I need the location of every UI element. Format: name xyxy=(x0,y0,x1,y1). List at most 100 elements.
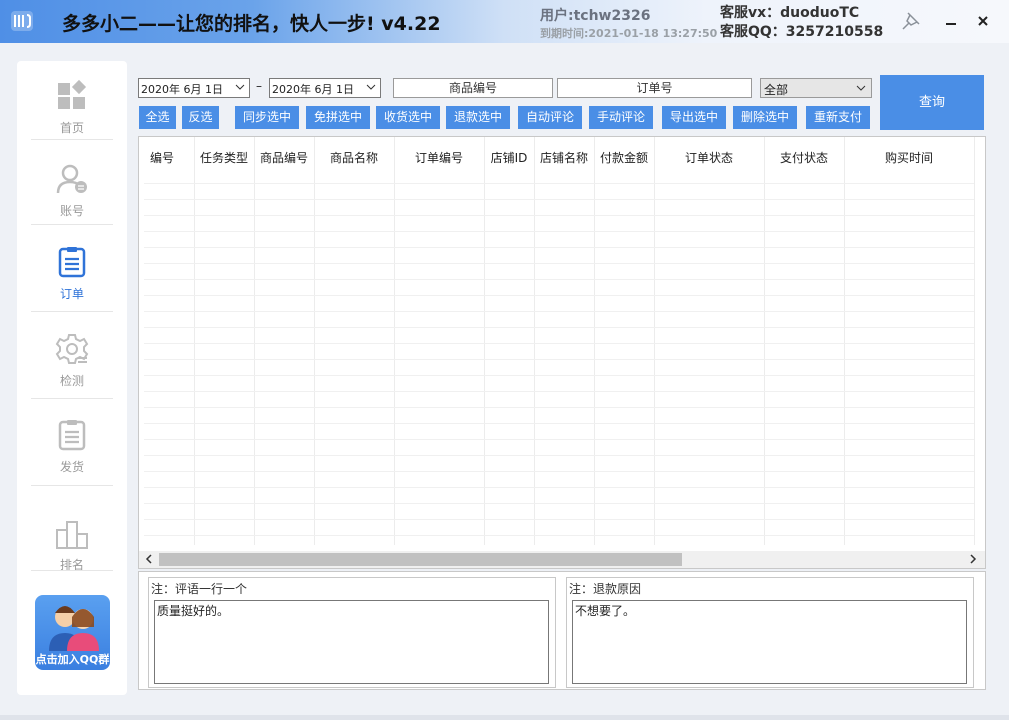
row-divider xyxy=(144,199,974,200)
column-header[interactable]: 支付状态 xyxy=(764,149,844,166)
date-range-dash: – xyxy=(256,79,262,93)
qq-group-banner[interactable]: 点击加入QQ群 xyxy=(35,595,110,670)
scroll-left-icon[interactable] xyxy=(143,553,155,565)
product-no-input[interactable]: 商品编号 xyxy=(393,78,553,98)
column-header[interactable]: 任务类型 xyxy=(194,149,254,166)
sidebar: 首页 账号 订单 检测 发货 排名 点击加入QQ群 xyxy=(17,61,127,695)
column-header[interactable]: 购买时间 xyxy=(844,149,974,166)
sidebar-item-label: 订单 xyxy=(59,287,84,301)
cs-wechat: 客服vx：duoduoTC xyxy=(720,5,860,21)
refund-label: 注：退款原因 xyxy=(569,582,642,596)
divider xyxy=(31,398,113,399)
row-divider xyxy=(144,375,974,376)
auto-comment-button[interactable]: 自动评论 xyxy=(518,106,582,129)
order-panel: 2020年 6月 1日 – 2020年 6月 1日 商品编号 订单号 全部 查询… xyxy=(137,61,987,690)
column-header[interactable]: 编号 xyxy=(144,149,194,166)
chevron-down-icon xyxy=(235,84,245,90)
row-divider xyxy=(144,407,974,408)
row-divider xyxy=(144,183,974,184)
column-header[interactable]: 订单编号 xyxy=(394,149,484,166)
row-divider xyxy=(144,471,974,472)
taskbar-strip xyxy=(0,715,1009,720)
status-select[interactable]: 全部 xyxy=(760,78,872,98)
sidebar-item-check[interactable]: 检测 xyxy=(27,320,117,404)
column-header[interactable]: 订单状态 xyxy=(654,149,764,166)
row-divider xyxy=(144,535,974,536)
gear-check-icon xyxy=(55,334,89,364)
app-logo-icon xyxy=(11,11,33,31)
column-header[interactable]: 店铺ID xyxy=(484,149,534,166)
end-date-value: 2020年 6月 1日 xyxy=(272,83,354,96)
refund-textarea[interactable]: 不想要了。 xyxy=(572,600,967,684)
comment-label: 注：评语一行一个 xyxy=(151,582,248,596)
start-date-picker[interactable]: 2020年 6月 1日 xyxy=(138,78,250,98)
app-title: 多多小二——让您的排名，快人一步! v4.22 xyxy=(62,13,441,35)
row-divider xyxy=(144,487,974,488)
end-date-picker[interactable]: 2020年 6月 1日 xyxy=(269,78,381,98)
row-divider xyxy=(144,263,974,264)
query-button[interactable]: 查询 xyxy=(880,75,984,130)
column-header[interactable]: 付款金额 xyxy=(594,149,654,166)
sync-selected-button[interactable]: 同步选中 xyxy=(235,106,299,129)
row-divider xyxy=(144,503,974,504)
comment-panel: 注：评语一行一个 质量挺好的。 xyxy=(148,577,556,688)
sidebar-item-shipping[interactable]: 发货 xyxy=(27,406,117,490)
pin-icon[interactable] xyxy=(900,10,922,32)
refund-selected-button[interactable]: 退款选中 xyxy=(446,106,510,129)
invert-selection-button[interactable]: 反选 xyxy=(182,106,219,129)
user-info: 用户:tchw2326 到期时间:2021-01-18 13:27:50 xyxy=(540,8,717,42)
close-icon[interactable] xyxy=(972,10,994,32)
user-account-icon xyxy=(56,164,87,194)
start-date-value: 2020年 6月 1日 xyxy=(141,83,223,96)
skip-group-selected-button[interactable]: 免拼选中 xyxy=(306,106,370,129)
customer-service: 客服vx：duoduoTC 客服QQ：3257210558 xyxy=(720,4,883,42)
column-divider xyxy=(974,137,975,545)
sidebar-item-order[interactable]: 订单 xyxy=(27,233,117,317)
chevron-down-icon xyxy=(856,85,866,91)
column-header[interactable]: 商品编号 xyxy=(254,149,314,166)
row-divider xyxy=(144,231,974,232)
manual-comment-button[interactable]: 手动评论 xyxy=(589,106,653,129)
title-bar: 多多小二——让您的排名，快人一步! v4.22 用户:tchw2326 到期时间… xyxy=(0,0,1009,43)
refund-panel: 注：退款原因 不想要了。 xyxy=(566,577,974,688)
comment-textarea[interactable]: 质量挺好的。 xyxy=(154,600,549,684)
scroll-right-icon[interactable] xyxy=(967,553,979,565)
row-divider xyxy=(144,215,974,216)
podium-icon xyxy=(56,521,88,549)
repay-button[interactable]: 重新支付 xyxy=(806,106,870,129)
horizontal-scrollbar[interactable] xyxy=(139,551,985,568)
scrollbar-thumb[interactable] xyxy=(159,553,682,566)
order-no-input[interactable]: 订单号 xyxy=(557,78,752,98)
export-selected-button[interactable]: 导出选中 xyxy=(662,106,726,129)
sidebar-item-label: 账号 xyxy=(59,204,84,218)
delete-selected-button[interactable]: 删除选中 xyxy=(733,106,797,129)
shipping-list-icon xyxy=(58,420,86,451)
sidebar-item-label: 首页 xyxy=(59,121,84,135)
sidebar-item-ranking[interactable]: 排名 xyxy=(27,504,117,588)
row-divider xyxy=(144,311,974,312)
select-all-button[interactable]: 全选 xyxy=(139,106,176,129)
column-header[interactable]: 店铺名称 xyxy=(534,149,594,166)
row-divider xyxy=(144,439,974,440)
user-name: 用户:tchw2326 xyxy=(540,8,651,24)
divider xyxy=(31,485,113,486)
orders-table: 编号 任务类型 商品编号 商品名称 订单编号 店铺ID 店铺名称 付款金额 订单… xyxy=(138,136,986,569)
divider xyxy=(31,570,113,571)
qq-banner-text: 点击加入QQ群 xyxy=(35,653,110,666)
home-grid-icon xyxy=(58,79,87,109)
sidebar-item-label: 发货 xyxy=(59,460,84,474)
chevron-down-icon xyxy=(366,84,376,90)
row-divider xyxy=(144,247,974,248)
sidebar-item-account[interactable]: 账号 xyxy=(27,150,117,234)
minimize-icon[interactable] xyxy=(940,10,962,32)
row-divider xyxy=(144,519,974,520)
divider xyxy=(31,139,113,140)
expire-time: 到期时间:2021-01-18 13:27:50 xyxy=(540,27,718,40)
row-divider xyxy=(144,391,974,392)
receive-selected-button[interactable]: 收货选中 xyxy=(376,106,440,129)
table-grid: 编号 任务类型 商品编号 商品名称 订单编号 店铺ID 店铺名称 付款金额 订单… xyxy=(144,137,975,545)
row-divider xyxy=(144,295,974,296)
column-header[interactable]: 商品名称 xyxy=(314,149,394,166)
people-avatar-icon xyxy=(49,606,99,651)
row-divider xyxy=(144,343,974,344)
